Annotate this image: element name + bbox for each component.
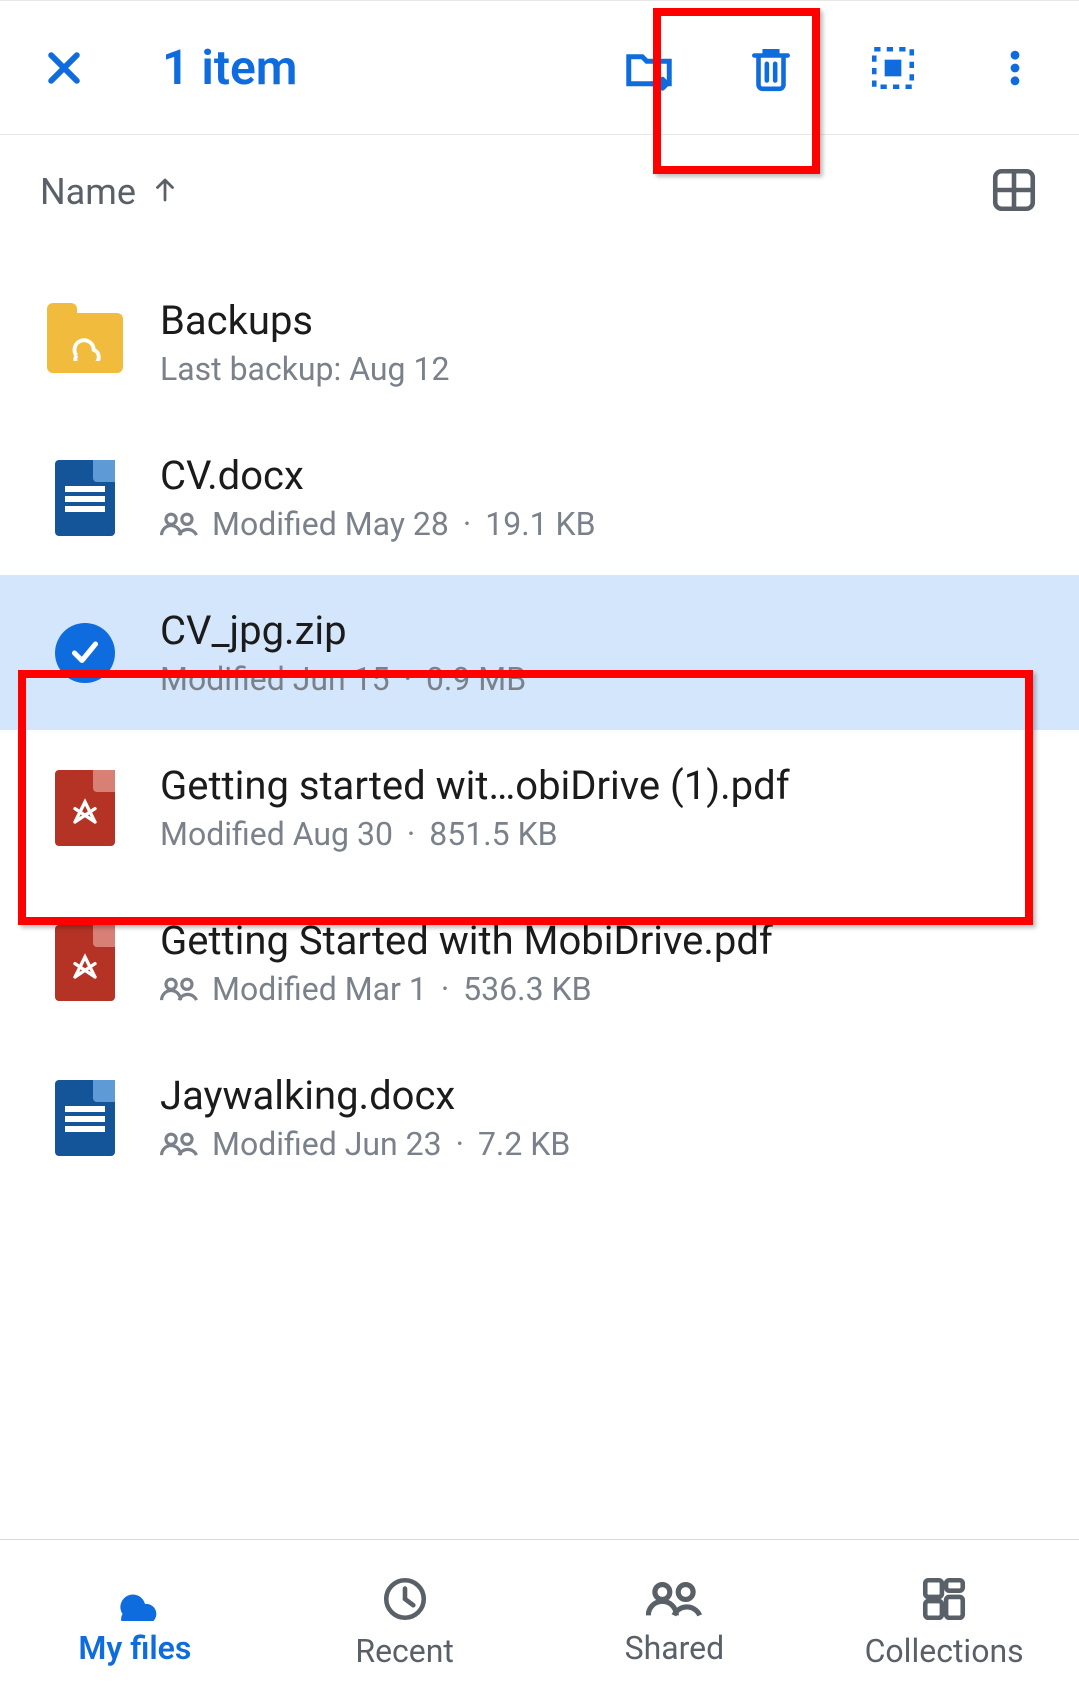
nav-myfiles[interactable]: My files [0, 1540, 270, 1704]
nav-recent[interactable]: Recent [270, 1540, 540, 1704]
file-meta: Modified Mar 1 [212, 970, 427, 1008]
arrow-up-icon [150, 175, 180, 205]
separator: · [404, 660, 412, 698]
more-button[interactable] [987, 40, 1043, 96]
delete-button[interactable] [743, 40, 799, 96]
file-meta: Modified Jun 15 [160, 660, 390, 698]
file-icon [40, 1080, 130, 1156]
sort-row: Name [0, 135, 1079, 265]
people-icon [646, 1577, 702, 1621]
shared-icon [160, 975, 198, 1003]
docx-icon [55, 1080, 115, 1156]
list-item[interactable]: Getting started wit…obiDrive (1).pdf Mod… [0, 730, 1079, 885]
sort-direction[interactable] [150, 175, 180, 209]
close-icon [42, 46, 86, 90]
shared-icon [160, 1130, 198, 1158]
nav-shared[interactable]: Shared [540, 1540, 810, 1704]
file-name: Getting started wit…obiDrive (1).pdf [160, 762, 1039, 809]
separator: · [441, 970, 449, 1008]
cloud-icon [105, 1577, 165, 1621]
separator: · [407, 815, 415, 853]
select-all-icon [868, 43, 918, 93]
file-icon [40, 460, 130, 536]
cloud-icon [63, 331, 109, 361]
folder-arrow-icon [622, 41, 676, 95]
nav-label: My files [78, 1629, 191, 1667]
shared-icon [160, 510, 198, 538]
pdf-icon [55, 925, 115, 1001]
separator: · [456, 1125, 464, 1163]
trash-icon [746, 43, 796, 93]
collections-icon [919, 1574, 969, 1624]
view-toggle-button[interactable] [989, 165, 1039, 219]
file-meta: Last backup: Aug 12 [160, 350, 449, 388]
clock-icon [380, 1574, 430, 1624]
close-button[interactable] [36, 40, 92, 96]
list-item[interactable]: CV.docx Modified May 28 · 19.1 KB [0, 420, 1079, 575]
file-size: 19.1 KB [485, 505, 595, 543]
file-name: Jaywalking.docx [160, 1072, 1039, 1119]
list-item[interactable]: Jaywalking.docx Modified Jun 23 · 7.2 KB [0, 1040, 1079, 1195]
bottom-nav: My files Recent Shared Collections [0, 1539, 1079, 1704]
list-item[interactable]: Backups Last backup: Aug 12 [0, 265, 1079, 420]
file-name: Backups [160, 297, 1039, 344]
separator: · [463, 505, 471, 543]
nav-collections[interactable]: Collections [809, 1540, 1079, 1704]
select-all-button[interactable] [865, 40, 921, 96]
file-name: CV_jpg.zip [160, 607, 1039, 654]
file-size: 7.2 KB [478, 1125, 570, 1163]
file-icon [40, 313, 130, 373]
file-meta: Modified Jun 23 [212, 1125, 442, 1163]
folder-cloud-icon [47, 313, 123, 373]
file-meta: Modified May 28 [212, 505, 449, 543]
list-item[interactable]: CV_jpg.zip Modified Jun 15 · 0.9 MB [0, 575, 1079, 730]
file-meta: Modified Aug 30 [160, 815, 393, 853]
file-list: Backups Last backup: Aug 12 CV.docx Modi… [0, 265, 1079, 1195]
move-button[interactable] [621, 40, 677, 96]
selection-toolbar: 1 item [0, 0, 1079, 135]
docx-icon [55, 460, 115, 536]
file-icon [40, 623, 130, 683]
nav-label: Collections [865, 1632, 1024, 1670]
nav-label: Recent [355, 1632, 454, 1670]
more-vertical-icon [993, 46, 1037, 90]
selection-count: 1 item [162, 39, 297, 96]
toolbar-actions [621, 40, 1043, 96]
list-item[interactable]: Getting Started with MobiDrive.pdf Modif… [0, 885, 1079, 1040]
file-name: Getting Started with MobiDrive.pdf [160, 917, 1039, 964]
file-size: 851.5 KB [429, 815, 557, 853]
selected-check-icon [55, 623, 115, 683]
file-name: CV.docx [160, 452, 1039, 499]
file-icon [40, 925, 130, 1001]
file-icon [40, 770, 130, 846]
nav-label: Shared [625, 1629, 725, 1667]
sort-label[interactable]: Name [40, 171, 136, 213]
file-size: 0.9 MB [426, 660, 526, 698]
pdf-icon [55, 770, 115, 846]
grid-icon [989, 165, 1039, 215]
file-size: 536.3 KB [463, 970, 591, 1008]
